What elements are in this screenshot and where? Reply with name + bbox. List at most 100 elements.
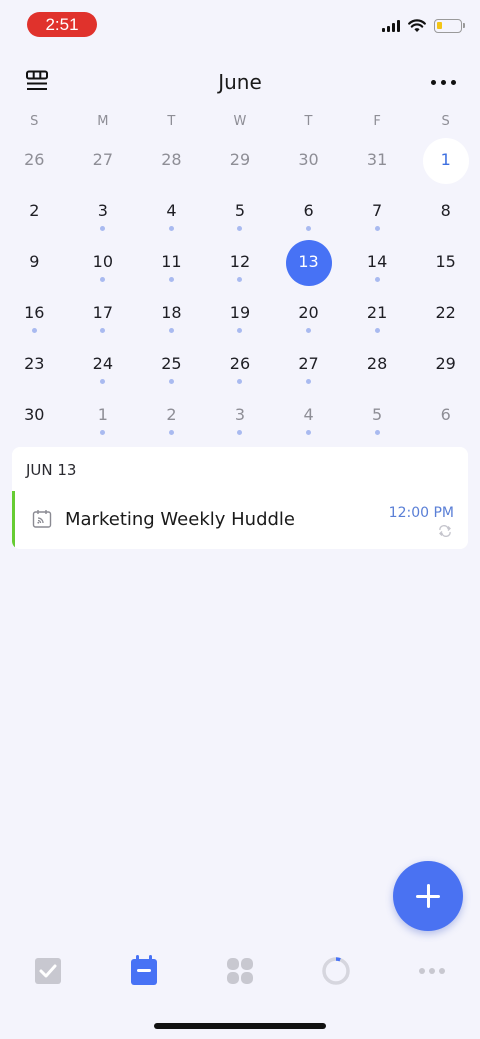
week-row: 9 10 11 12 13 14 15 [0,238,480,289]
event-indicator-dot [237,379,243,384]
day-number: 10 [92,252,114,271]
day-cell[interactable]: 6 [274,187,343,238]
weekday-label: T [167,114,176,129]
home-indicator[interactable] [154,1023,326,1029]
calendar-header: June [0,62,480,102]
day-cell[interactable]: 7 [343,187,412,238]
day-number: 22 [435,303,456,322]
day-cell-today[interactable]: 1 [411,136,480,187]
week-row: 2 3 4 5 6 7 8 [0,187,480,238]
day-cell[interactable]: 24 [69,340,138,391]
day-cell[interactable]: 6 [411,391,480,442]
day-cell[interactable]: 29 [411,340,480,391]
day-cell[interactable]: 16 [0,289,69,340]
day-number: 27 [92,150,114,169]
month-title[interactable]: June [0,70,480,94]
day-cell[interactable]: 17 [69,289,138,340]
day-cell[interactable]: 2 [0,187,69,238]
day-cell[interactable]: 18 [137,289,206,340]
day-number: 2 [29,201,40,220]
day-cell[interactable]: 5 [206,187,275,238]
day-cell[interactable]: 30 [274,136,343,187]
more-options-button[interactable] [431,72,456,92]
month-grid: 26 27 28 29 30 31 1 2 3 4 5 6 7 8 9 10 11 12 13 14 15 16 17 18 1… [0,136,480,442]
day-cell[interactable]: 22 [411,289,480,340]
day-number: 17 [92,303,114,322]
day-cell[interactable]: 28 [137,136,206,187]
day-cell[interactable]: 20 [274,289,343,340]
day-number: 30 [298,150,319,169]
bottom-tab-bar [0,946,480,998]
day-cell[interactable]: 26 [206,340,275,391]
weekday-label: W [233,114,247,129]
day-number: 1 [97,405,108,424]
agenda-card: JUN 13 Marketing Weekly Huddle 12:00 PM [12,447,468,549]
day-cell[interactable]: 8 [411,187,480,238]
day-number: 6 [303,201,314,220]
day-number: 19 [229,303,251,322]
day-cell[interactable]: 23 [0,340,69,391]
day-cell[interactable]: 3 [206,391,275,442]
agenda-date: JUN 13 [26,461,77,479]
day-cell[interactable]: 31 [343,136,412,187]
day-cell-selected[interactable]: 13 [274,238,343,289]
day-cell[interactable]: 21 [343,289,412,340]
pomodoro-ring-icon [322,957,350,985]
plus-icon-vertical [427,884,430,908]
checkbox-icon [35,958,61,984]
day-cell[interactable]: 27 [274,340,343,391]
day-cell[interactable]: 4 [137,187,206,238]
day-number: 9 [29,252,40,271]
day-number: 3 [234,405,246,424]
day-cell[interactable]: 4 [274,391,343,442]
event-title: Marketing Weekly Huddle [65,509,295,530]
day-cell[interactable]: 11 [137,238,206,289]
more-dot [451,79,456,85]
tab-tasks[interactable] [28,954,68,988]
day-cell[interactable]: 30 [0,391,69,442]
add-event-button[interactable] [393,861,463,931]
day-cell[interactable]: 12 [206,238,275,289]
event-indicator-dot [237,430,243,435]
event-indicator-dot [168,379,174,384]
day-number: 16 [24,303,45,322]
weekday-label: M [97,114,109,129]
day-number: 5 [234,201,246,220]
day-number: 2 [166,405,177,424]
tab-calendar[interactable] [124,954,164,988]
day-cell[interactable]: 9 [0,238,69,289]
event-accent-bar [12,491,15,549]
day-cell[interactable]: 19 [206,289,275,340]
day-number: 27 [298,354,319,373]
day-number: 7 [372,201,383,220]
day-cell[interactable]: 2 [137,391,206,442]
day-cell[interactable]: 3 [69,187,138,238]
day-cell[interactable]: 29 [206,136,275,187]
event-time: 12:00 PM [388,505,454,521]
day-number: 12 [229,252,251,271]
day-cell[interactable]: 14 [343,238,412,289]
day-cell[interactable]: 25 [137,340,206,391]
day-cell[interactable]: 10 [69,238,138,289]
event-indicator-dot [306,226,312,231]
tab-matrix[interactable] [220,954,260,988]
day-number: 4 [166,201,177,220]
event-indicator-dot [100,328,106,333]
event-indicator-dot [306,379,312,384]
event-indicator-dot [100,379,106,384]
event-item[interactable]: Marketing Weekly Huddle 12:00 PM [12,491,468,549]
day-cell[interactable]: 5 [343,391,412,442]
day-cell[interactable]: 28 [343,340,412,391]
day-cell[interactable]: 15 [411,238,480,289]
day-cell[interactable]: 26 [0,136,69,187]
week-row: 26 27 28 29 30 31 1 [0,136,480,187]
day-number: 25 [161,354,182,373]
tab-focus[interactable] [316,954,356,988]
tab-more[interactable] [412,954,452,988]
day-cell[interactable]: 1 [69,391,138,442]
event-indicator-dot [374,430,380,435]
day-number: 5 [372,405,383,424]
more-dots-icon [419,968,445,974]
status-bar: 2:51 [0,0,480,48]
day-cell[interactable]: 27 [69,136,138,187]
